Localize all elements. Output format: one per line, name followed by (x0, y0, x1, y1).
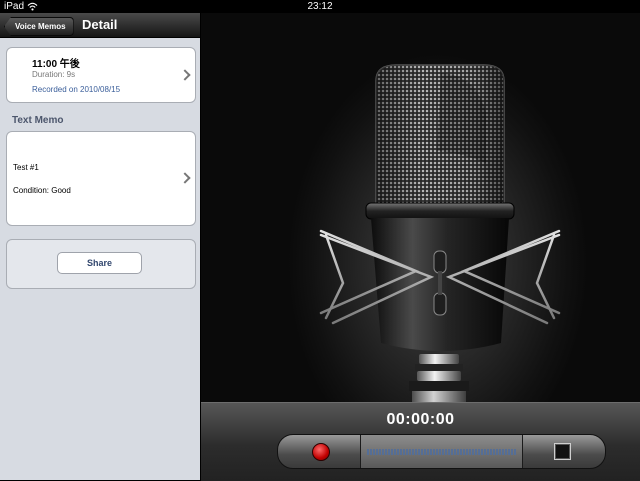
back-button[interactable]: Voice Memos (4, 17, 74, 36)
navigation-bar: Voice Memos Detail (0, 13, 200, 38)
recording-duration: Duration: 9s (32, 70, 76, 79)
chevron-right-icon (179, 69, 191, 81)
share-group: Share (6, 239, 196, 289)
memo-line-1: Test #1 (13, 163, 39, 172)
microphone-view (201, 13, 640, 402)
timer-display: 00:00:00 (386, 411, 455, 428)
chevron-right-icon (179, 172, 191, 184)
recorder-bar: 00:00:00 (201, 402, 640, 481)
microphone-image (319, 64, 561, 402)
status-bar: iPad 23:12 (0, 0, 640, 13)
stop-icon (554, 443, 571, 460)
stop-button[interactable] (524, 435, 605, 468)
detail-pane: Voice Memos Detail 11:00 午後 Duration: 9s… (0, 13, 200, 480)
recorder-controls (277, 434, 606, 469)
recording-info-cell[interactable]: 11:00 午後 Duration: 9s Recorded on 2010/0… (6, 47, 196, 103)
record-icon (312, 443, 330, 461)
recording-date: Recorded on 2010/08/15 (32, 85, 121, 94)
level-meter (361, 435, 523, 468)
text-memo-header: Text Memo (12, 115, 64, 126)
share-button[interactable]: Share (57, 252, 142, 274)
clock-label: 23:12 (307, 1, 333, 12)
memo-line-2: Condition: Good (13, 186, 71, 195)
level-meter-bar (367, 449, 517, 455)
text-memo-cell[interactable]: Test #1 Condition: Good (6, 131, 196, 226)
nav-title: Detail (82, 17, 118, 32)
recording-time: 11:00 午後 (32, 59, 80, 70)
record-button[interactable] (278, 435, 361, 468)
